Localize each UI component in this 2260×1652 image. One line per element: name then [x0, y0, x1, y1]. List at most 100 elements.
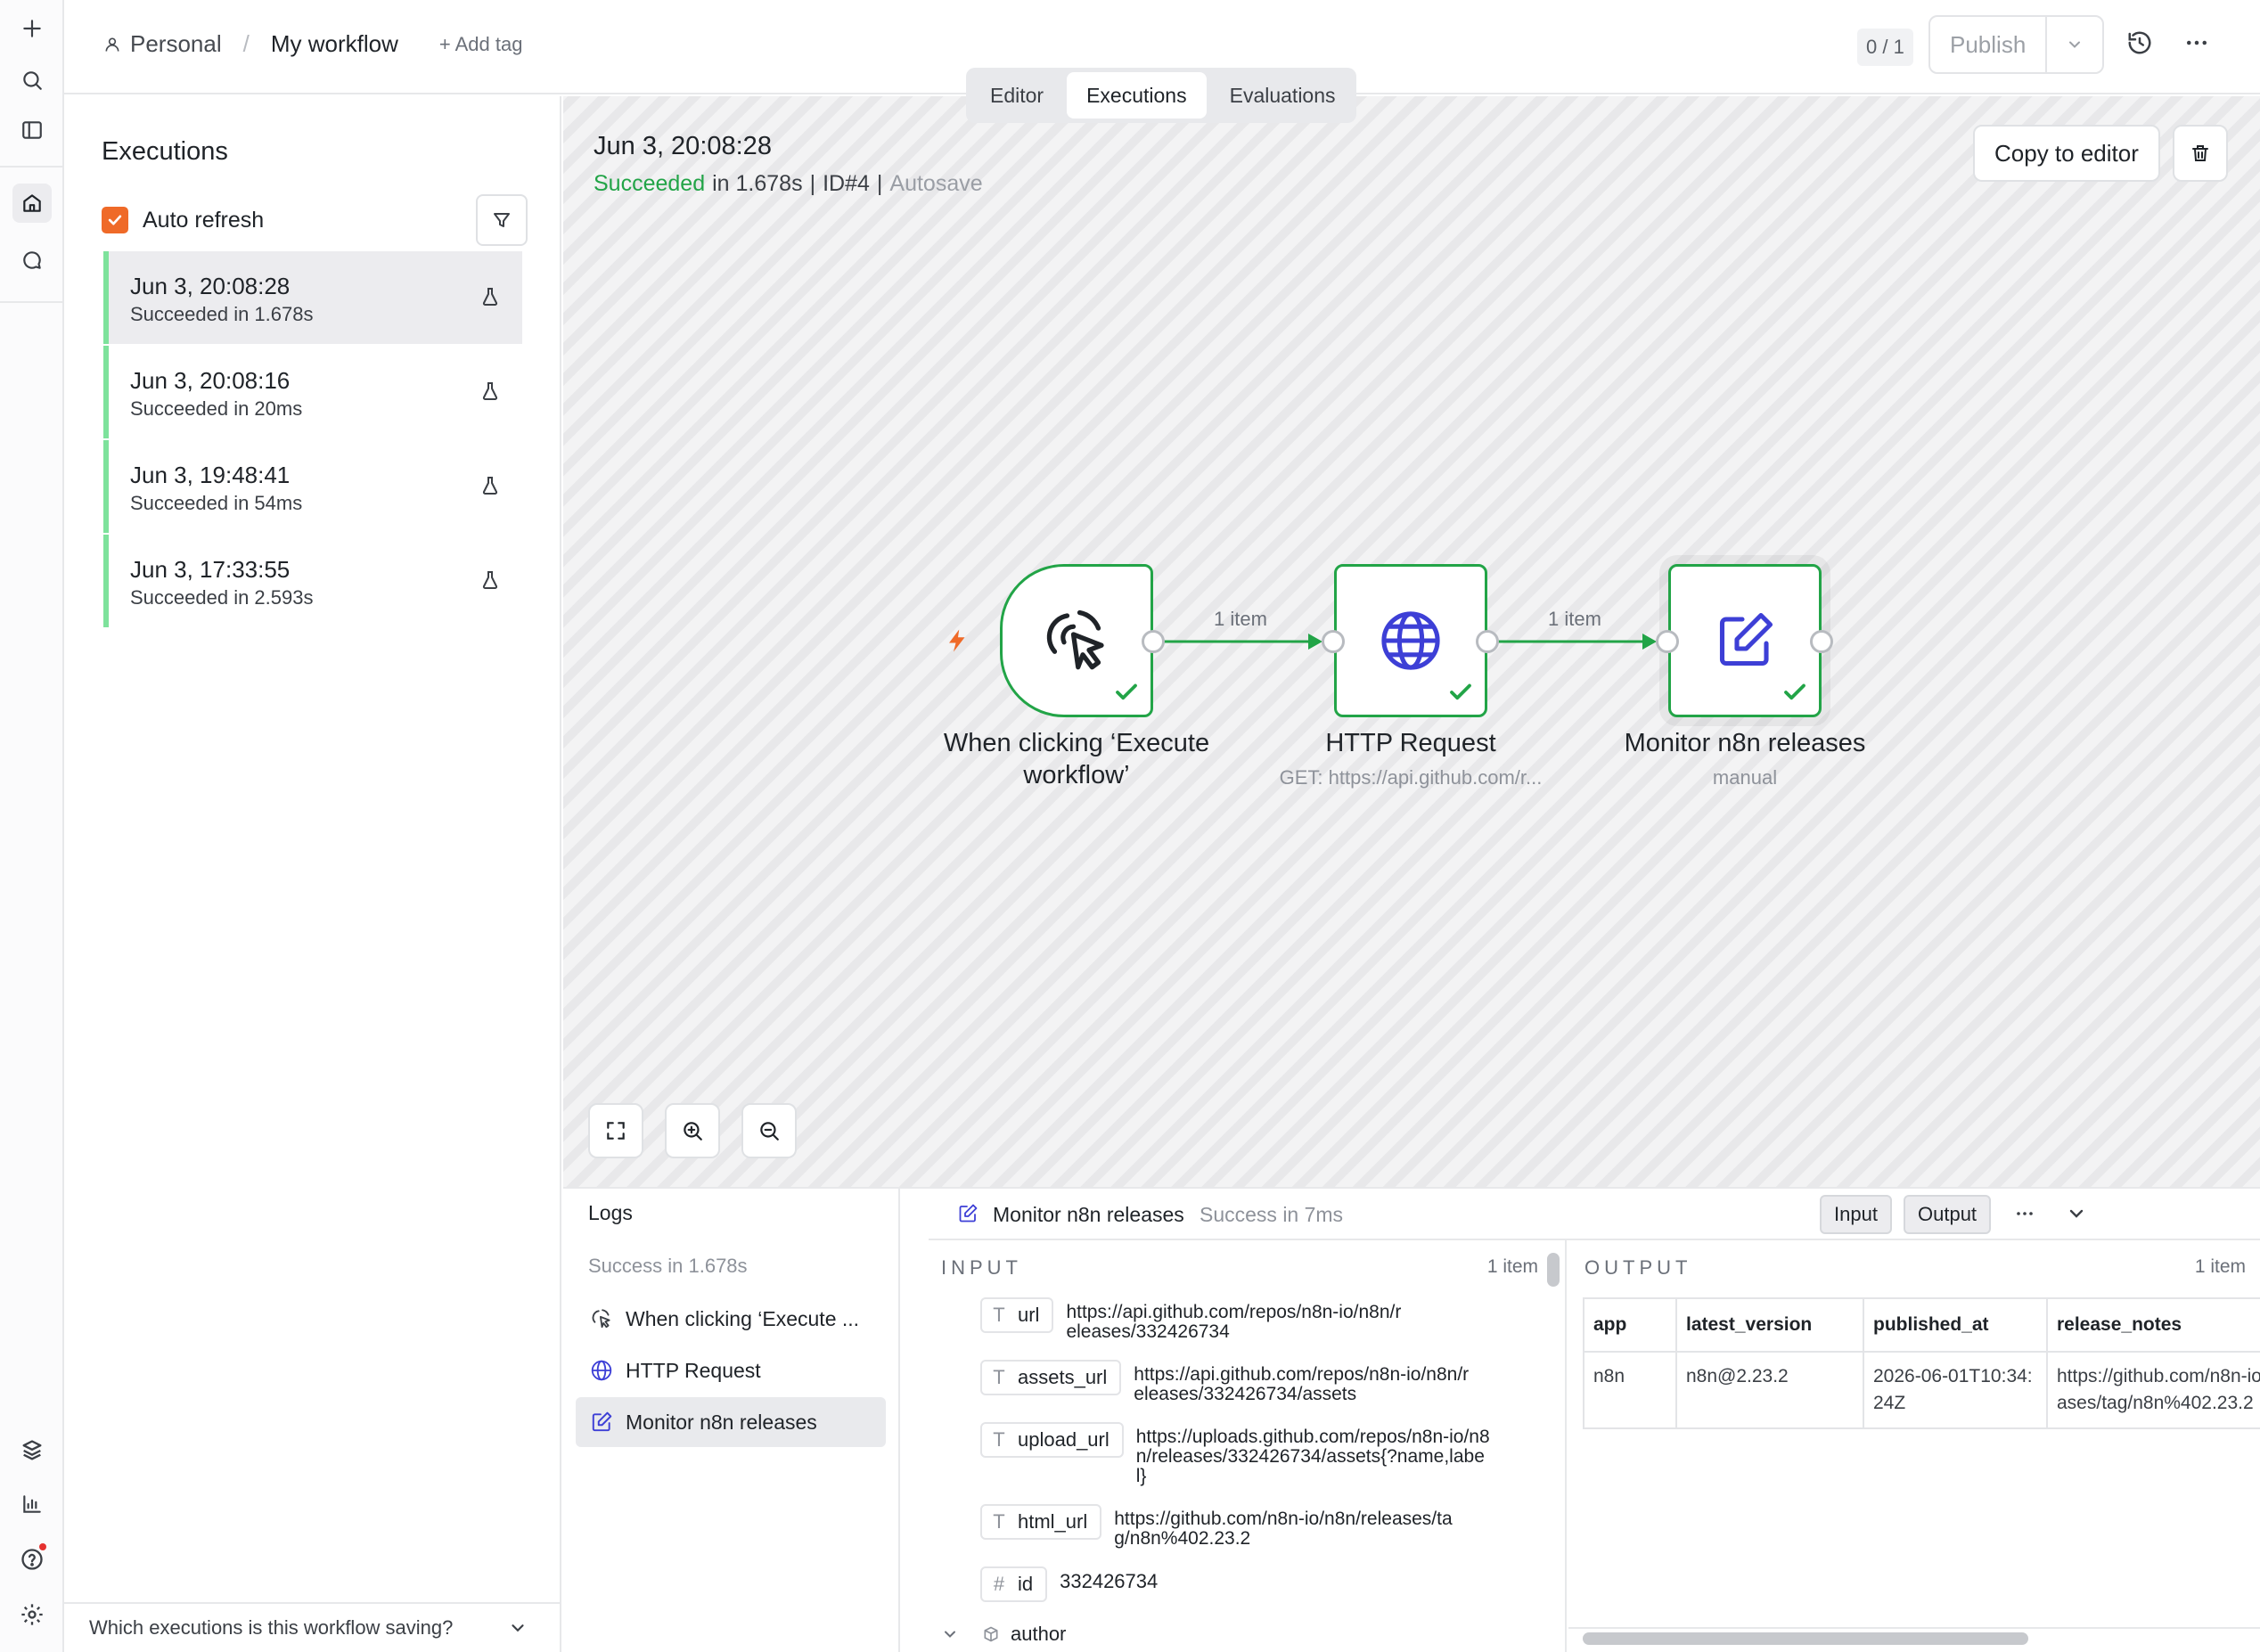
- output-item-count: 1 item: [2194, 1256, 2246, 1277]
- execution-list-item[interactable]: Jun 3, 19:48:41 Succeeded in 54ms: [103, 440, 522, 533]
- field-value: https://api.github.com/repos/n8n-io/n8n/…: [1066, 1302, 1402, 1342]
- tab-executions[interactable]: Executions: [1067, 72, 1207, 119]
- execution-status: Succeeded in 54ms: [130, 492, 303, 514]
- add-tag-button[interactable]: + Add tag: [439, 33, 523, 56]
- field-value: https://api.github.com/repos/n8n-io/n8n/…: [1134, 1364, 1470, 1404]
- log-entry[interactable]: When clicking ‘Execute ...: [576, 1294, 886, 1344]
- flask-icon[interactable]: [479, 380, 501, 403]
- filter-button[interactable]: [476, 194, 528, 246]
- object-type-icon: [982, 1625, 1000, 1643]
- search-icon[interactable]: [12, 61, 52, 100]
- sidebar-toggle-icon[interactable]: [12, 110, 52, 150]
- output-port[interactable]: [1476, 630, 1499, 653]
- field-key: Turl: [980, 1297, 1054, 1333]
- input-port[interactable]: [1322, 630, 1345, 653]
- collapse-chevron-icon[interactable]: [2066, 1203, 2087, 1224]
- output-port[interactable]: [1142, 630, 1165, 653]
- flask-icon[interactable]: [479, 285, 501, 308]
- settings-gear-icon[interactable]: [12, 1595, 52, 1634]
- zoom-out-button[interactable]: [741, 1103, 797, 1158]
- output-column-header: latest_version: [1675, 1297, 1864, 1353]
- success-check-icon: [1447, 679, 1474, 706]
- input-scrollbar[interactable]: [1547, 1253, 1560, 1287]
- history-icon[interactable]: [2126, 29, 2153, 56]
- input-field: # id 332426734: [980, 1566, 1515, 1602]
- tab-editor[interactable]: Editor: [970, 72, 1063, 119]
- flask-icon[interactable]: [479, 474, 501, 497]
- output-heading: OUTPUT: [1584, 1256, 1692, 1279]
- input-panel: INPUT 1 item Turl https://api.github.com…: [929, 1240, 1567, 1652]
- field-value: https://github.com/n8n-io/n8n/releases/t…: [1114, 1509, 1453, 1549]
- templates-icon[interactable]: [12, 1431, 52, 1470]
- chevron-down-icon: [941, 1625, 959, 1643]
- field-value: https://uploads.github.com/repos/n8n-io/…: [1135, 1427, 1490, 1486]
- field-key: # id: [980, 1566, 1048, 1602]
- globe-icon: [1377, 607, 1445, 675]
- help-icon[interactable]: [12, 1540, 52, 1579]
- publish-group: Publish: [1928, 15, 2105, 74]
- home-icon[interactable]: [12, 184, 52, 223]
- notification-dot: [39, 1543, 46, 1550]
- log-entry[interactable]: HTTP Request: [576, 1345, 886, 1395]
- chat-icon[interactable]: [12, 241, 52, 280]
- logs-summary: Success in 1.678s: [588, 1255, 748, 1277]
- output-horizontal-scrollbar[interactable]: [1583, 1632, 2028, 1645]
- output-port[interactable]: [1810, 630, 1833, 653]
- chevron-down-icon: [508, 1618, 528, 1638]
- flask-icon[interactable]: [479, 568, 501, 592]
- input-field-object[interactable]: author: [941, 1616, 1081, 1652]
- node-http-request[interactable]: [1334, 564, 1487, 717]
- execution-list-item[interactable]: Jun 3, 17:33:55 Succeeded in 2.593s: [103, 535, 522, 627]
- execution-list-item[interactable]: Jun 3, 20:08:28 Succeeded in 1.678s: [103, 251, 522, 344]
- more-options-icon[interactable]: [2183, 29, 2210, 56]
- execution-list-item[interactable]: Jun 3, 20:08:16 Succeeded in 20ms: [103, 346, 522, 438]
- more-options-icon[interactable]: [2014, 1203, 2035, 1224]
- publish-dropdown-chevron-icon[interactable]: [2047, 17, 2102, 72]
- input-field: Tupload_url https://uploads.github.com/r…: [980, 1422, 1533, 1486]
- edit-icon: [1713, 609, 1777, 673]
- execution-date: Jun 3, 20:08:28: [130, 273, 291, 299]
- output-toggle-button[interactable]: Output: [1904, 1195, 1992, 1234]
- field-key-label: author: [1011, 1623, 1067, 1645]
- input-field: Thtml_url https://github.com/n8n-io/n8n/…: [980, 1504, 1515, 1549]
- number-type-icon: #: [993, 1573, 1005, 1595]
- cursor-click-icon: [1039, 603, 1114, 678]
- field-value: 332426734: [1060, 1570, 1159, 1592]
- output-scroll-track: [1568, 1627, 2260, 1629]
- field-key-label: upload_url: [1018, 1428, 1110, 1451]
- success-check-icon: [1113, 679, 1140, 706]
- table-row: n8n n8n@2.23.2 2026-06-01T10:34:24Z http…: [1583, 1351, 2260, 1429]
- project-link[interactable]: Personal: [130, 30, 222, 58]
- logs-panel: Logs Success in 1.678s When clicking ‘Ex…: [563, 1187, 2260, 1652]
- publish-button[interactable]: Publish: [1930, 17, 2048, 72]
- success-check-icon: [1781, 679, 1808, 706]
- saving-settings-footer[interactable]: Which executions is this workflow saving…: [64, 1602, 560, 1652]
- globe-icon: [590, 1359, 613, 1382]
- tab-evaluations[interactable]: Evaluations: [1210, 72, 1355, 119]
- edge-arrow: [1642, 634, 1657, 650]
- workflow-name[interactable]: My workflow: [271, 30, 398, 58]
- edit-icon: [957, 1203, 979, 1224]
- plus-icon[interactable]: [12, 9, 52, 48]
- output-table: app latest_version published_at release_…: [1583, 1297, 2260, 1429]
- log-entry-label: HTTP Request: [626, 1358, 761, 1382]
- input-toggle-button[interactable]: Input: [1820, 1195, 1892, 1234]
- detail-node-name: Monitor n8n releases: [993, 1203, 1184, 1226]
- user-icon: [103, 36, 121, 53]
- zoom-in-button[interactable]: [665, 1103, 720, 1158]
- execution-status: Succeeded in 20ms: [130, 397, 303, 420]
- executions-title: Executions: [102, 137, 228, 166]
- execution-date: Jun 3, 20:08:16: [130, 367, 291, 394]
- node-monitor-releases[interactable]: [1668, 564, 1822, 717]
- fit-view-button[interactable]: [588, 1103, 643, 1158]
- input-port[interactable]: [1656, 630, 1679, 653]
- output-panel: OUTPUT 1 item app latest_version publish…: [1568, 1240, 2260, 1652]
- input-field: Turl https://api.github.com/repos/n8n-io…: [980, 1297, 1515, 1342]
- node-manual-trigger[interactable]: [1000, 564, 1153, 717]
- auto-refresh-checkbox[interactable]: [102, 207, 128, 233]
- auto-refresh-toggle[interactable]: Auto refresh: [102, 207, 264, 233]
- execution-status: Succeeded in 1.678s: [130, 303, 314, 325]
- log-entry[interactable]: Monitor n8n releases: [576, 1397, 886, 1447]
- workflow-canvas[interactable]: Jun 3, 20:08:28 Succeeded in 1.678s | ID…: [563, 96, 2260, 1187]
- insights-icon[interactable]: [12, 1484, 52, 1524]
